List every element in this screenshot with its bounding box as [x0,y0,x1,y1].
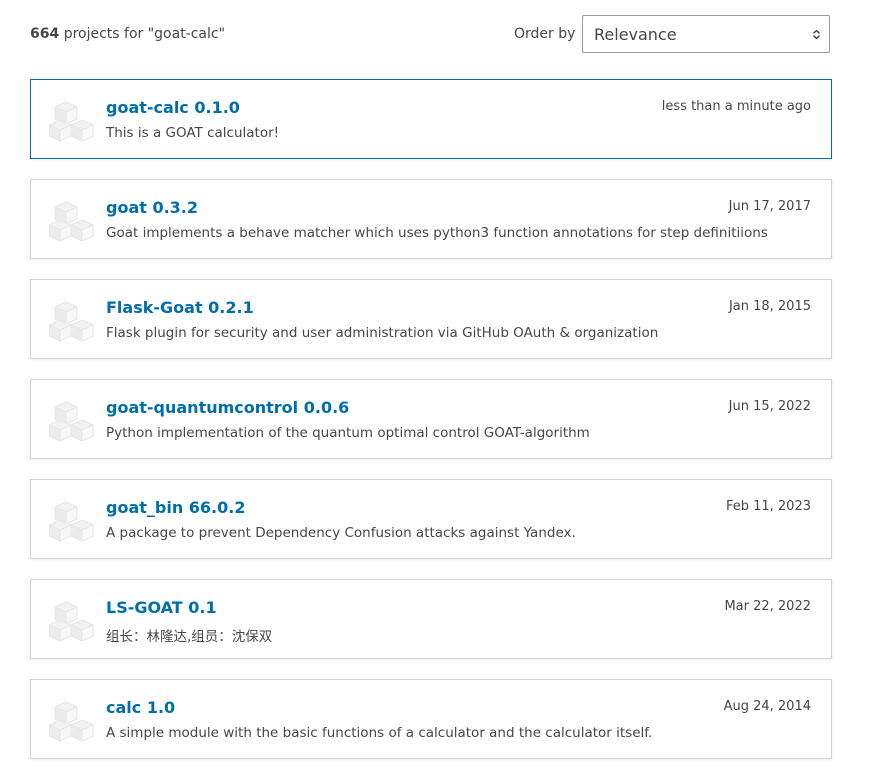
package-card[interactable]: goat-calc 0.1.0 less than a minute ago T… [30,79,832,159]
package-name-link[interactable]: goat_bin 66.0.2 [106,498,245,517]
package-release-date: Jun 17, 2017 [728,199,811,214]
package-cubes-icon [49,101,95,142]
package-release-date: Feb 11, 2023 [725,499,811,514]
package-card[interactable]: goat 0.3.2 Jun 17, 2017 Goat implements … [30,179,832,259]
order-by-select[interactable]: Relevance [582,15,830,53]
package-release-date: Jan 18, 2015 [728,299,811,314]
package-cubes-icon [49,401,95,442]
package-name-link[interactable]: Flask-Goat 0.2.1 [106,298,254,317]
package-release-date: Jun 15, 2022 [728,399,811,414]
package-cubes-icon [49,701,95,742]
results-count: 664 projects for "goat-calc" [30,26,225,42]
order-by-selected-value: Relevance [594,25,677,44]
package-cubes-icon [49,601,95,642]
package-card[interactable]: goat-quantumcontrol 0.0.6 Jun 15, 2022 P… [30,379,832,459]
package-description: A simple module with the basic functions… [106,725,653,741]
package-release-date: less than a minute ago [661,99,811,114]
package-name-link[interactable]: goat-quantumcontrol 0.0.6 [106,398,349,417]
package-name-link[interactable]: calc 1.0 [106,698,175,717]
package-description: Goat implements a behave matcher which u… [106,225,768,241]
package-cubes-icon [49,201,95,242]
results-list: goat-calc 0.1.0 less than a minute ago T… [30,79,832,779]
package-description: Python implementation of the quantum opt… [106,425,590,441]
search-results-header: 664 projects for "goat-calc" Order by Re… [30,15,832,55]
package-description: This is a GOAT calculator! [106,125,280,141]
package-name-link[interactable]: LS-GOAT 0.1 [106,598,217,617]
package-description: Flask plugin for security and user admin… [106,325,659,341]
package-cubes-icon [49,501,95,542]
results-count-text: projects for "goat-calc" [63,26,226,42]
package-name-link[interactable]: goat 0.3.2 [106,198,198,217]
package-card[interactable]: goat_bin 66.0.2 Feb 11, 2023 A package t… [30,479,832,559]
package-card[interactable]: calc 1.0 Aug 24, 2014 A simple module wi… [30,679,832,759]
package-description: 组长：林隆达,组员：沈保双 [106,629,273,645]
package-release-date: Mar 22, 2022 [724,599,811,614]
package-release-date: Aug 24, 2014 [723,699,811,714]
package-description: A package to prevent Dependency Confusio… [106,525,576,541]
order-by-label: Order by [514,26,576,42]
chevron-updown-icon [813,30,820,39]
results-count-number: 664 [30,26,60,42]
package-name-link[interactable]: goat-calc 0.1.0 [106,98,240,117]
package-cubes-icon [49,301,95,342]
package-card[interactable]: LS-GOAT 0.1 Mar 22, 2022 组长：林隆达,组员：沈保双 [30,579,832,659]
package-card[interactable]: Flask-Goat 0.2.1 Jan 18, 2015 Flask plug… [30,279,832,359]
